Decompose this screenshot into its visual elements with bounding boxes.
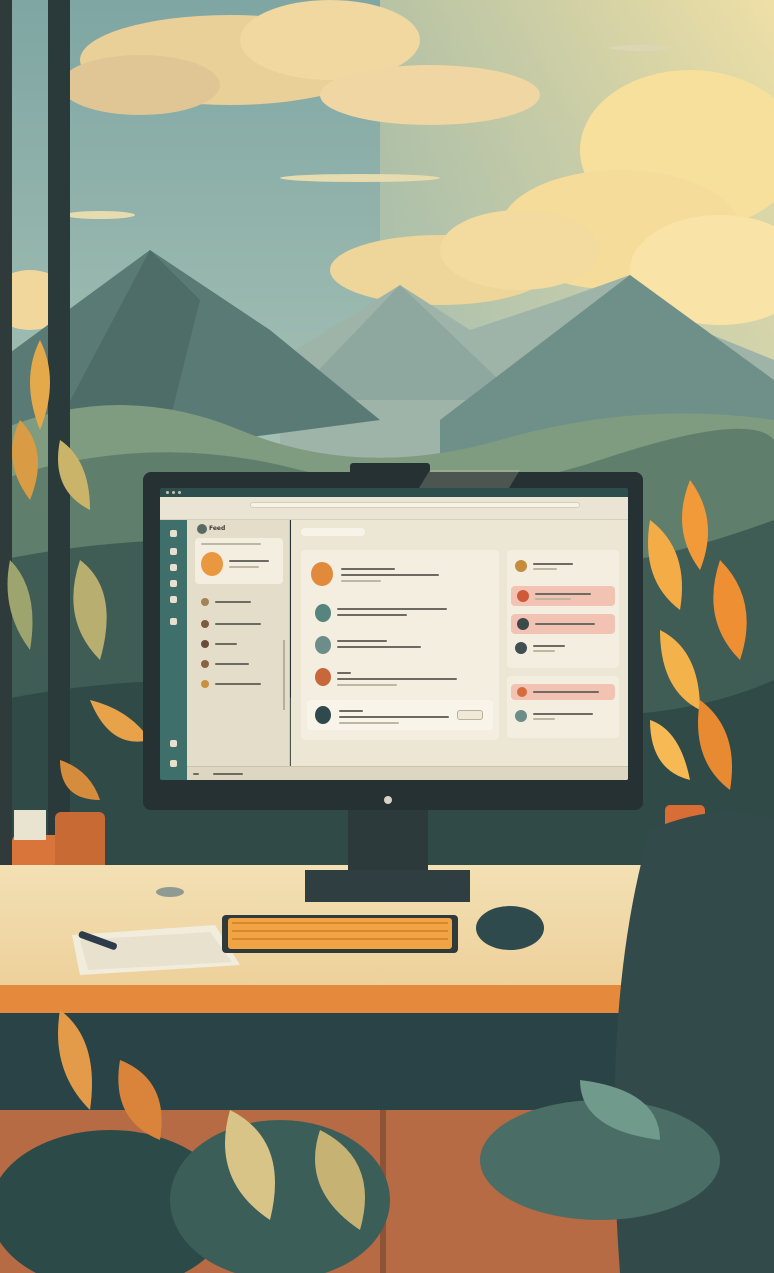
feed-item[interactable] <box>315 668 495 688</box>
activity-item[interactable] <box>511 614 615 634</box>
address-bar[interactable] <box>250 502 580 508</box>
profile-icon[interactable] <box>170 760 177 767</box>
home-icon[interactable] <box>170 530 177 537</box>
list-item[interactable] <box>201 640 281 648</box>
settings-icon[interactable] <box>170 740 177 747</box>
sidebar-title: Feed <box>209 525 226 532</box>
feed-item[interactable] <box>315 636 495 656</box>
monitor-stand <box>348 808 428 878</box>
list-item[interactable] <box>201 660 281 668</box>
avatar <box>197 524 207 534</box>
reply-button[interactable] <box>457 710 483 720</box>
activity-item[interactable] <box>515 560 611 574</box>
window-titlebar <box>160 488 628 497</box>
notification-item[interactable] <box>515 710 611 724</box>
status-bar <box>187 766 628 780</box>
avatar <box>201 552 223 576</box>
notifications-panel <box>507 676 619 738</box>
feed-panel <box>301 550 499 740</box>
left-rail <box>160 520 187 780</box>
feed-item[interactable] <box>315 604 495 624</box>
browser-toolbar <box>160 497 628 520</box>
list-item[interactable] <box>201 680 281 688</box>
feed-item[interactable] <box>307 700 493 730</box>
activity-item[interactable] <box>515 642 611 656</box>
mouse <box>476 906 544 950</box>
activity-item[interactable] <box>511 586 615 606</box>
nav-icon[interactable] <box>170 596 177 603</box>
nav-icon[interactable] <box>170 580 177 587</box>
notification-item[interactable] <box>511 684 615 700</box>
sidebar: Feed <box>187 520 290 780</box>
nav-icon[interactable] <box>170 548 177 555</box>
list-item[interactable] <box>201 598 281 606</box>
activity-panel <box>507 550 619 668</box>
scrollbar[interactable] <box>283 640 285 710</box>
window-controls[interactable] <box>166 491 181 494</box>
search-input[interactable] <box>301 528 365 536</box>
main-content <box>291 520 628 780</box>
monitor-screen: Feed <box>160 488 628 780</box>
nav-icon[interactable] <box>170 618 177 625</box>
list-item[interactable] <box>201 620 281 628</box>
profile-card[interactable] <box>195 538 283 584</box>
feed-item[interactable] <box>311 562 491 590</box>
nav-icon[interactable] <box>170 564 177 571</box>
